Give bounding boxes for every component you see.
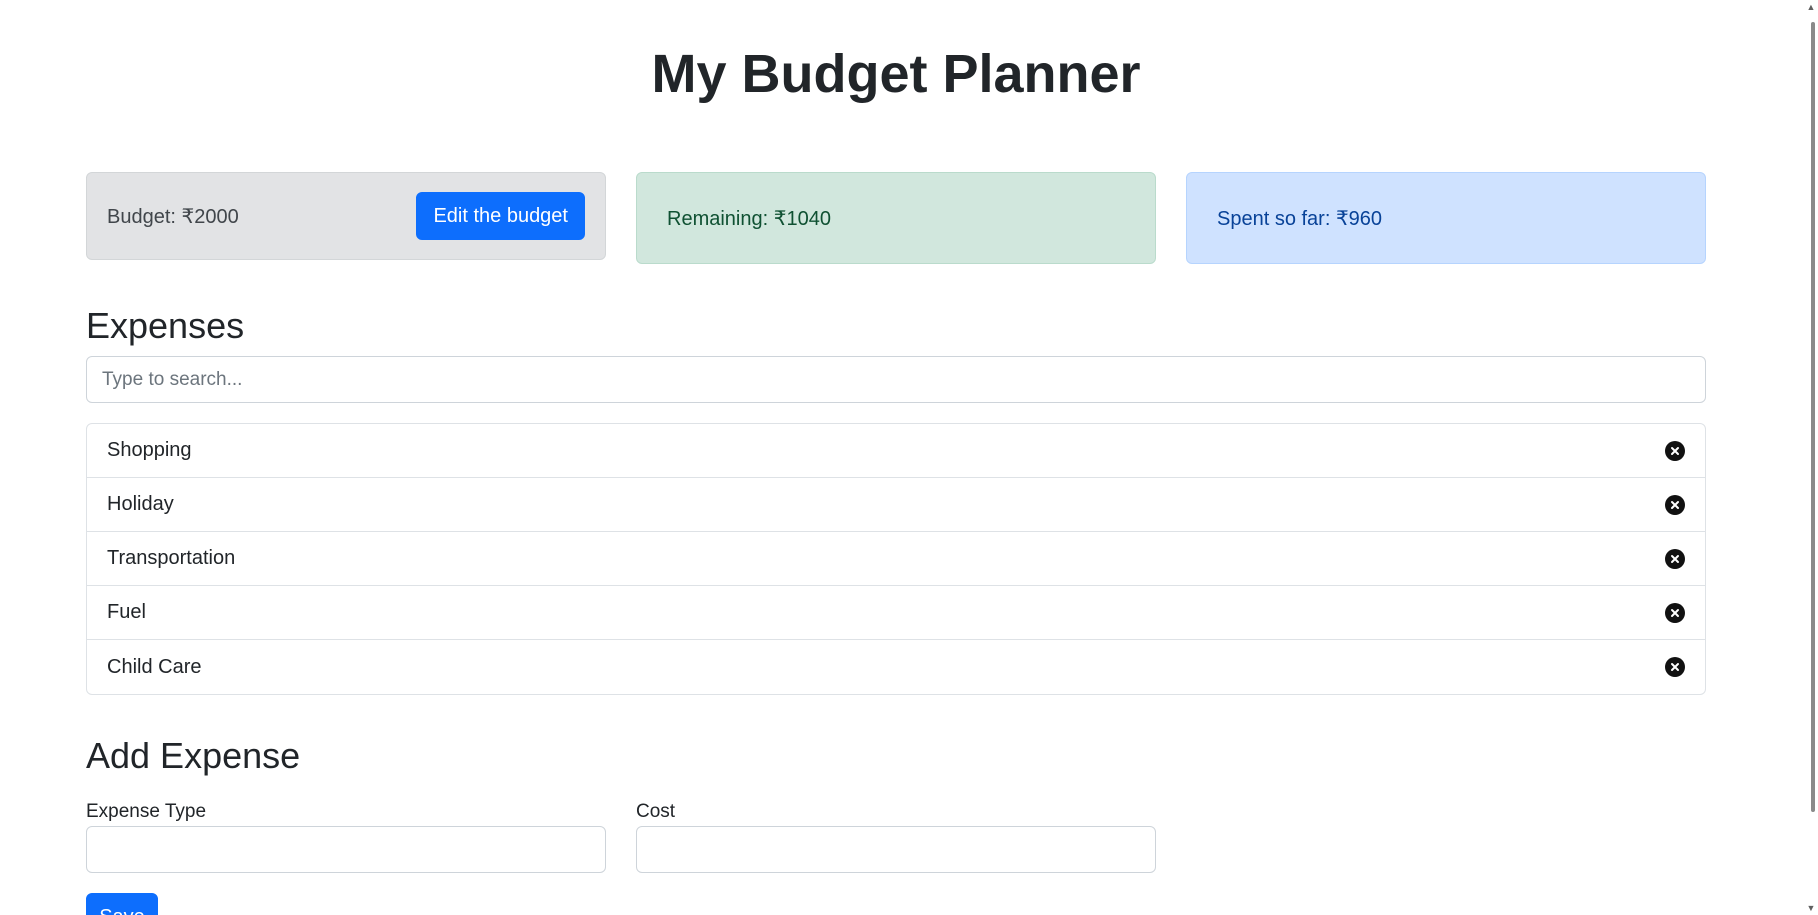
page: My Budget Planner Budget: ₹2000 Edit the… (0, 0, 1818, 915)
expense-name: Shopping (107, 439, 192, 461)
spent-label: Spent so far: ₹960 (1217, 207, 1383, 230)
page-title: My Budget Planner (651, 44, 1141, 104)
x-circle-icon[interactable] (1665, 602, 1685, 623)
scroll-up-icon[interactable]: ▲ (1806, 2, 1816, 12)
x-circle-icon[interactable] (1665, 657, 1685, 677)
expense-item: Fuel (87, 586, 1705, 640)
x-circle-icon[interactable] (1665, 440, 1685, 461)
expense-name: Holiday (107, 493, 174, 515)
expense-name: Fuel (107, 601, 146, 623)
budget-label: Budget: ₹2000 (107, 205, 239, 228)
scroll-down-icon[interactable]: ▼ (1806, 903, 1816, 913)
remaining-card: Remaining: ₹1040 (636, 172, 1156, 264)
expense-name: Transportation (107, 547, 236, 569)
cost-label: Cost (636, 801, 676, 822)
x-circle-icon[interactable] (1665, 548, 1685, 569)
add-expense-heading: Add Expense (86, 735, 301, 776)
summary-cards: Budget: ₹2000 Edit the budget Remaining:… (86, 172, 1706, 264)
expense-item: Holiday (87, 478, 1705, 532)
scrollbar[interactable]: ▲ ▼ (1801, 0, 1818, 915)
cost-input[interactable] (636, 826, 1156, 873)
x-circle-icon[interactable] (1665, 494, 1685, 515)
expense-item: Transportation (87, 532, 1705, 586)
expense-type-label: Expense Type (86, 801, 207, 822)
remaining-label: Remaining: ₹1040 (667, 207, 831, 230)
budget-card: Budget: ₹2000 Edit the budget (86, 172, 606, 260)
expense-item: Child Care (87, 640, 1705, 694)
expense-name: Child Care (107, 655, 202, 678)
expenses-heading: Expenses (86, 305, 245, 346)
expense-type-input[interactable] (86, 826, 606, 873)
expense-list: Shopping Holiday Transportation Fuel Chi… (86, 423, 1706, 695)
search-input[interactable] (86, 356, 1706, 403)
spent-card: Spent so far: ₹960 (1186, 172, 1706, 264)
edit-budget-button[interactable]: Edit the budget (416, 192, 585, 240)
expense-item: Shopping (87, 424, 1705, 478)
save-button[interactable]: Save (86, 893, 158, 915)
scrollbar-thumb[interactable] (1811, 22, 1815, 812)
